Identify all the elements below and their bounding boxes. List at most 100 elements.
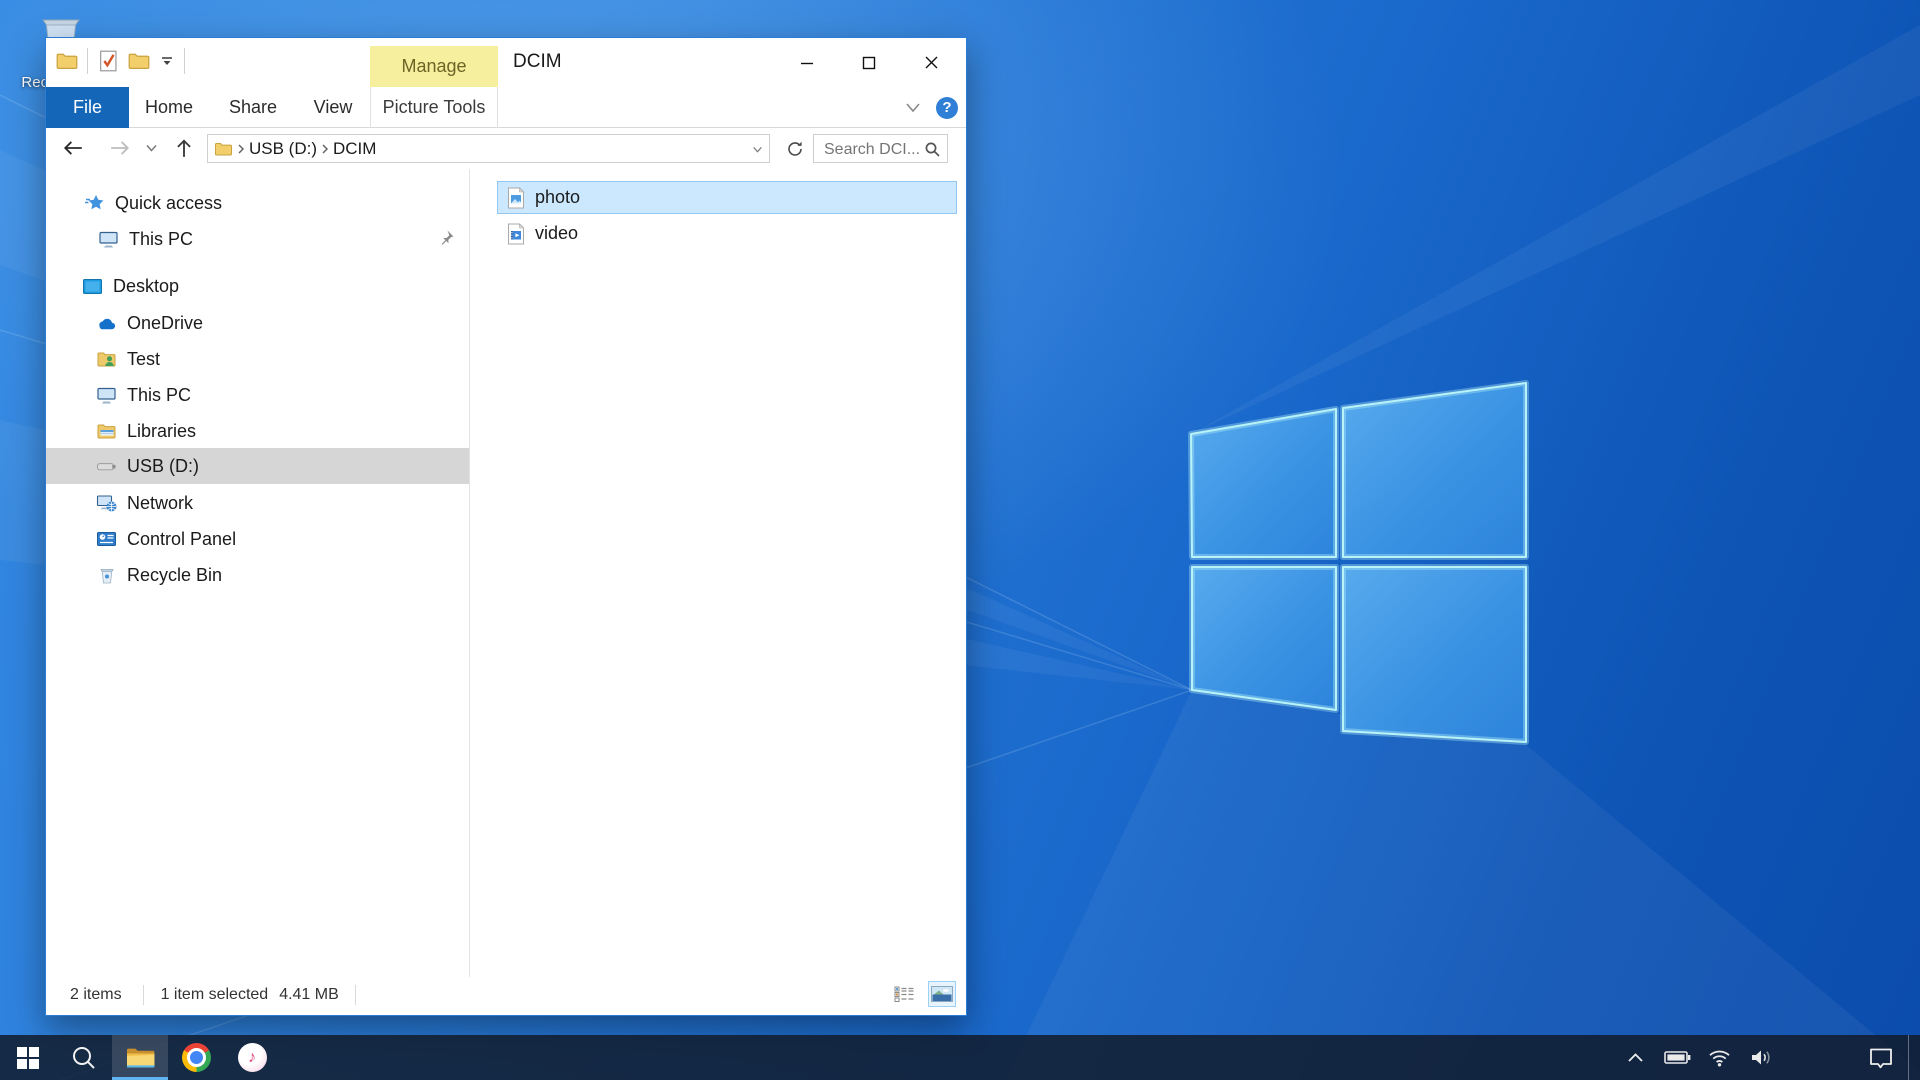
- itunes-icon: ♪: [238, 1043, 267, 1072]
- sidebar-item-this-pc[interactable]: This PC: [46, 377, 469, 413]
- recent-locations-button[interactable]: [139, 133, 163, 163]
- view-toggles: [890, 981, 956, 1007]
- tab-picture-tools[interactable]: Picture Tools: [370, 87, 498, 128]
- volume-button[interactable]: [1746, 1035, 1776, 1080]
- window-title: DCIM: [513, 51, 562, 73]
- libraries-icon: [96, 421, 117, 442]
- navigation-pane: Quick access This PC: [46, 169, 470, 981]
- tray-chevron-icon: [1627, 1052, 1644, 1063]
- ribbon-right-controls: ?: [904, 87, 958, 128]
- file-row-photo[interactable]: photo: [497, 181, 957, 214]
- file-row-video[interactable]: video: [497, 217, 957, 250]
- sidebar-item-label: This PC: [129, 229, 193, 250]
- onedrive-cloud-icon: [96, 313, 117, 334]
- address-dropdown-button[interactable]: [747, 140, 767, 159]
- taskbar-file-explorer-button[interactable]: [112, 1035, 168, 1080]
- video-file-icon: [506, 223, 526, 245]
- thumbnail-view-button[interactable]: [928, 981, 956, 1007]
- taskbar: ♪: [0, 1035, 1920, 1080]
- refresh-button[interactable]: [782, 134, 808, 163]
- show-desktop-button[interactable]: [1908, 1035, 1914, 1080]
- sidebar-item-onedrive[interactable]: OneDrive: [46, 305, 469, 341]
- back-button[interactable]: [57, 133, 89, 163]
- up-button[interactable]: [168, 133, 200, 163]
- tab-share[interactable]: Share: [213, 87, 293, 128]
- tab-manage[interactable]: Manage: [370, 46, 498, 87]
- pin-icon: [438, 229, 455, 246]
- sidebar-item-label: Desktop: [113, 276, 179, 297]
- sidebar-item-label: Recycle Bin: [127, 565, 222, 586]
- tab-view[interactable]: View: [297, 87, 369, 128]
- tab-home[interactable]: Home: [129, 87, 209, 128]
- sidebar-item-test[interactable]: Test: [46, 341, 469, 377]
- battery-button[interactable]: [1662, 1035, 1692, 1080]
- taskbar-itunes-button[interactable]: ♪: [224, 1035, 280, 1080]
- item-count: 2 items: [70, 986, 122, 1004]
- maximize-icon: [862, 56, 876, 70]
- sidebar-item-label: Quick access: [115, 193, 222, 214]
- sidebar-item-desktop[interactable]: Desktop: [46, 268, 469, 304]
- close-icon: [924, 55, 939, 70]
- search-icon[interactable]: [924, 141, 941, 158]
- explorer-window: Manage DCIM File Home: [45, 37, 967, 1016]
- properties-check-icon[interactable]: [97, 49, 119, 73]
- sidebar-item-usb[interactable]: USB (D:): [46, 448, 469, 484]
- breadcrumb-usb[interactable]: USB (D:): [249, 139, 317, 159]
- taskbar-search-icon: [71, 1045, 97, 1071]
- battery-icon: [1664, 1050, 1691, 1065]
- system-tray: [1620, 1035, 1920, 1080]
- file-list: photo video: [471, 169, 966, 981]
- search-box[interactable]: [813, 134, 948, 163]
- quick-access-star-icon: [84, 193, 105, 214]
- sidebar-item-recycle-bin[interactable]: Recycle Bin: [46, 557, 469, 593]
- recent-locations-chevron-icon: [145, 143, 158, 153]
- sidebar-item-network[interactable]: Network: [46, 485, 469, 521]
- breadcrumb-chevron-icon: [237, 143, 245, 155]
- action-center-button[interactable]: [1866, 1035, 1896, 1080]
- breadcrumb-chevron-icon: [321, 143, 329, 155]
- start-button[interactable]: [0, 1035, 56, 1080]
- help-button[interactable]: ?: [936, 97, 958, 119]
- ribbon-tabs: File Home Share View Picture Tools: [46, 87, 966, 128]
- ribbon-collapse-chevron-icon[interactable]: [904, 101, 922, 115]
- new-folder-icon[interactable]: [128, 51, 150, 71]
- maximize-button[interactable]: [838, 38, 900, 87]
- recycle-bin-icon: [96, 565, 117, 586]
- file-explorer-icon: [125, 1046, 155, 1070]
- breadcrumb-dcim[interactable]: DCIM: [333, 139, 376, 159]
- title-bar: Manage DCIM: [46, 38, 966, 87]
- address-bar[interactable]: USB (D:) DCIM: [207, 134, 770, 163]
- sidebar-item-this-pc-pinned[interactable]: This PC: [46, 221, 469, 257]
- status-separator: [355, 985, 356, 1005]
- usb-drive-icon: [96, 456, 117, 477]
- sidebar-item-label: Control Panel: [127, 529, 236, 550]
- sidebar-item-label: OneDrive: [127, 313, 203, 334]
- taskbar-search-button[interactable]: [56, 1035, 112, 1080]
- qat-separator: [87, 48, 88, 74]
- volume-icon: [1749, 1048, 1774, 1067]
- photo-file-icon: [506, 187, 526, 209]
- details-view-button[interactable]: [890, 981, 918, 1007]
- status-bar: 2 items 1 item selected 4.41 MB: [46, 977, 966, 1013]
- sidebar-item-control-panel[interactable]: Control Panel: [46, 521, 469, 557]
- chrome-icon: [182, 1043, 211, 1072]
- wifi-button[interactable]: [1704, 1035, 1734, 1080]
- wifi-icon: [1707, 1048, 1732, 1067]
- sidebar-item-label: This PC: [127, 385, 191, 406]
- sidebar-item-libraries[interactable]: Libraries: [46, 413, 469, 449]
- selection-size: 4.41 MB: [279, 986, 339, 1004]
- qat-dropdown-icon[interactable]: [159, 53, 175, 69]
- forward-button[interactable]: [104, 133, 136, 163]
- tray-chevron-button[interactable]: [1620, 1035, 1650, 1080]
- desktop: ♻ Recycle Bin: [0, 0, 1920, 1080]
- taskbar-chrome-button[interactable]: [168, 1035, 224, 1080]
- search-input[interactable]: [822, 136, 926, 163]
- user-folder-icon: [96, 349, 117, 370]
- close-button[interactable]: [900, 38, 962, 87]
- sidebar-item-label: Test: [127, 349, 160, 370]
- minimize-button[interactable]: [776, 38, 838, 87]
- sidebar-item-label: Libraries: [127, 421, 196, 442]
- sidebar-item-quick-access[interactable]: Quick access: [46, 185, 469, 221]
- tab-file[interactable]: File: [46, 87, 129, 128]
- control-panel-icon: [96, 529, 117, 550]
